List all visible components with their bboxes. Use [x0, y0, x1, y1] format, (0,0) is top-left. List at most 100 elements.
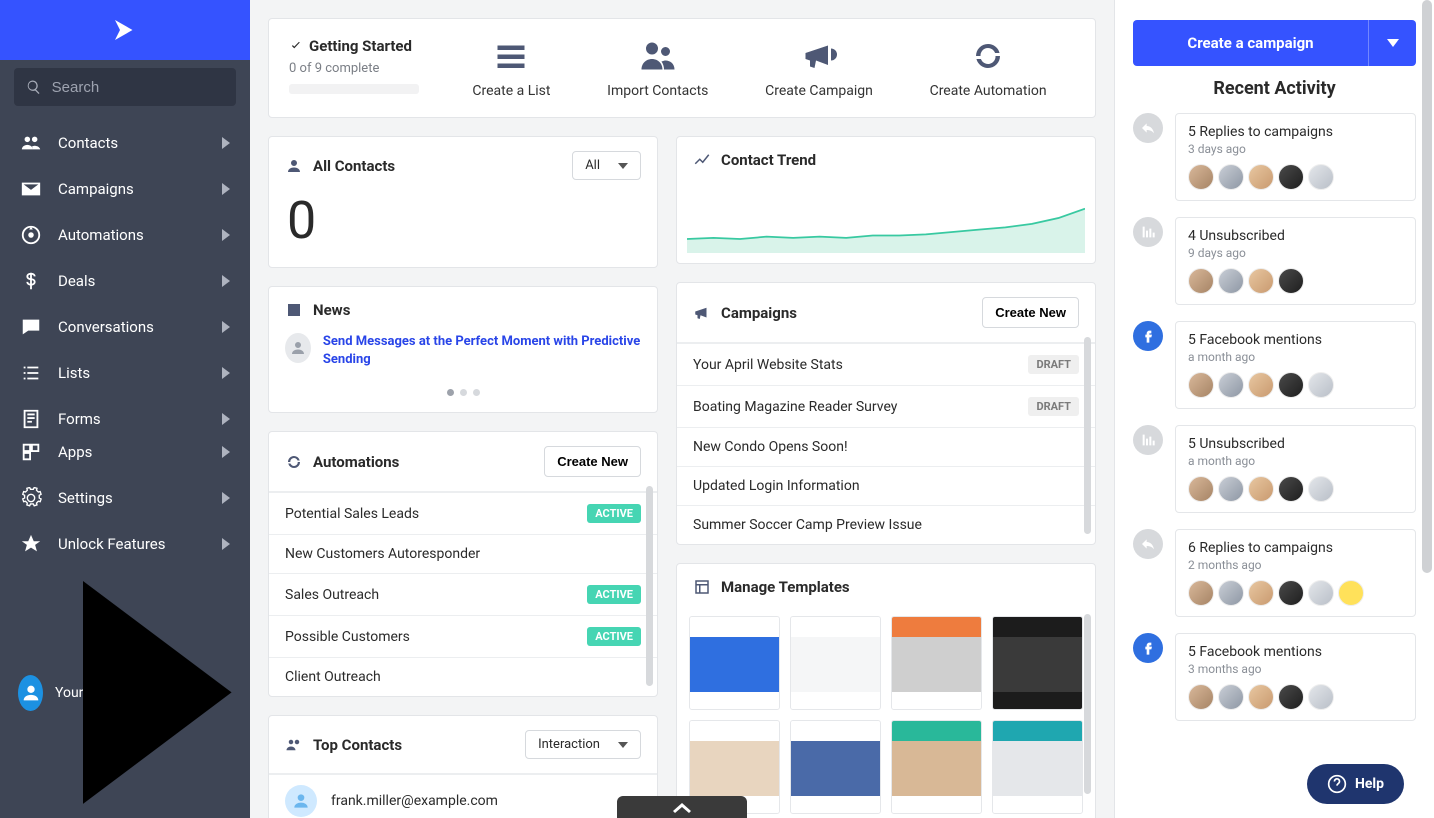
template-thumbnail[interactable] [790, 616, 881, 710]
news-icon [285, 301, 303, 319]
person-icon [285, 157, 303, 175]
chevron-up-icon [673, 801, 691, 813]
search-box[interactable] [14, 68, 236, 106]
caret-down-icon [618, 742, 628, 748]
news-pagination-dots[interactable] [269, 384, 657, 412]
sidebar-user[interactable]: Your [0, 567, 250, 818]
chevron-right-icon [222, 275, 230, 287]
chevron-right-icon [222, 183, 230, 195]
avatar [1248, 580, 1274, 606]
panel-title: Manage Templates [721, 578, 1079, 596]
megaphone-icon [801, 38, 837, 74]
sidebar-item-apps[interactable]: Apps [0, 429, 250, 475]
activity-title: 5 Replies to campaigns [1188, 124, 1403, 140]
nav-label: Apps [58, 443, 222, 461]
campaign-row[interactable]: Updated Login Information [677, 466, 1095, 505]
activity-item[interactable]: 6 Replies to campaigns2 months ago [1133, 529, 1416, 617]
avatar [1338, 580, 1364, 606]
create-campaign-cta[interactable]: Create a campaign [1133, 20, 1368, 66]
sidebar-item-settings[interactable]: Settings [0, 475, 250, 521]
form-icon [20, 408, 42, 429]
activity-item[interactable]: 5 Unsubscribeda month ago [1133, 425, 1416, 513]
campaign-row[interactable]: Your April Website Stats DRAFT [677, 343, 1095, 385]
activity-time: 2 months ago [1188, 558, 1403, 572]
sidebar-item-automations[interactable]: Automations [0, 212, 250, 258]
gear-icon [20, 487, 42, 509]
avatar [1218, 476, 1244, 502]
scrollbar[interactable] [1084, 614, 1091, 794]
template-thumbnail[interactable] [992, 720, 1083, 814]
activity-item[interactable]: 5 Facebook mentions3 months ago [1133, 633, 1416, 721]
sidebar-item-unlock[interactable]: Unlock Features [0, 521, 250, 567]
activity-card: 5 Unsubscribeda month ago [1175, 425, 1416, 513]
contacts-filter-dropdown[interactable]: All [572, 151, 641, 180]
avatar [1218, 580, 1244, 606]
create-campaign-cta-dropdown[interactable] [1368, 20, 1416, 66]
create-automation-button[interactable]: Create New [544, 446, 641, 477]
campaign-row[interactable]: New Condo Opens Soon! [677, 427, 1095, 466]
panel-title: Top Contacts [313, 736, 525, 754]
activity-item[interactable]: 4 Unsubscribed9 days ago [1133, 217, 1416, 305]
reply-icon [1133, 529, 1163, 559]
avatar [1188, 268, 1214, 294]
gs-action-create-list[interactable]: Create a List [472, 37, 550, 99]
scrollbar[interactable] [646, 486, 653, 686]
search-input[interactable] [52, 79, 224, 96]
activity-title: 5 Facebook mentions [1188, 644, 1403, 660]
automation-row[interactable]: Client Outreach [269, 657, 657, 696]
campaign-row[interactable]: Summer Soccer Camp Preview Issue [677, 505, 1095, 544]
campaign-name: New Condo Opens Soon! [693, 439, 848, 455]
scrollbar[interactable] [1422, 0, 1432, 573]
automation-row[interactable]: New Customers Autoresponder [269, 534, 657, 573]
template-thumbnail[interactable] [891, 720, 982, 814]
campaign-row[interactable]: Boating Magazine Reader SurveyDRAFT [677, 385, 1095, 427]
create-campaign-button[interactable]: Create New [982, 297, 1079, 328]
status-badge: DRAFT [1028, 355, 1079, 374]
gs-action-create-automation[interactable]: Create Automation [930, 37, 1047, 99]
activity-item[interactable]: 5 Facebook mentionsa month ago [1133, 321, 1416, 409]
sidebar-item-campaigns[interactable]: Campaigns [0, 166, 250, 212]
activity-card: 5 Facebook mentionsa month ago [1175, 321, 1416, 409]
gs-action-create-campaign[interactable]: Create Campaign [765, 37, 873, 99]
avatar [1308, 476, 1334, 502]
panel-title: News [313, 301, 641, 319]
activity-time: a month ago [1188, 350, 1403, 364]
sidebar-item-deals[interactable]: Deals [0, 258, 250, 304]
chevron-right-icon [222, 367, 230, 379]
activity-item[interactable]: 5 Replies to campaigns3 days ago [1133, 113, 1416, 201]
trend-chart [677, 183, 1095, 263]
automation-row[interactable]: Possible CustomersACTIVE [269, 615, 657, 657]
activity-avatars [1188, 476, 1403, 502]
template-thumbnail[interactable] [992, 616, 1083, 710]
help-button[interactable]: Help [1307, 764, 1404, 804]
status-badge: ACTIVE [587, 585, 641, 604]
sidebar-item-lists[interactable]: Lists [0, 350, 250, 396]
scrollbar[interactable] [1084, 337, 1091, 534]
gs-action-import-contacts[interactable]: Import Contacts [607, 37, 708, 99]
automation-row[interactable]: Potential Sales LeadsACTIVE [269, 492, 657, 534]
template-thumbnail[interactable] [891, 616, 982, 710]
sidebar-item-forms[interactable]: Forms [0, 396, 250, 429]
sidebar-item-conversations[interactable]: Conversations [0, 304, 250, 350]
activity-avatars [1188, 268, 1403, 294]
getting-started-progress-text: 0 of 9 complete [289, 61, 444, 76]
campaign-name: Your April Website Stats [693, 357, 843, 373]
activity-card: 6 Replies to campaigns2 months ago [1175, 529, 1416, 617]
chevron-right-icon [222, 137, 230, 149]
activity-card: 5 Facebook mentions3 months ago [1175, 633, 1416, 721]
avatar [1188, 684, 1214, 710]
contacts-icon [20, 132, 42, 154]
user-label: Your [55, 685, 83, 701]
contact-row[interactable]: frank.miller@example.com [269, 774, 657, 818]
sidebar-item-contacts[interactable]: Contacts [0, 120, 250, 166]
top-contacts-sort-dropdown[interactable]: Interaction [525, 730, 641, 759]
template-thumbnail[interactable] [689, 616, 780, 710]
bottom-tray-toggle[interactable] [617, 796, 747, 818]
automation-row[interactable]: Sales OutreachACTIVE [269, 573, 657, 615]
news-headline-link[interactable]: Send Messages at the Perfect Moment with… [323, 333, 641, 368]
template-thumbnail[interactable] [790, 720, 881, 814]
nav-label: Settings [58, 489, 222, 507]
mail-icon [20, 178, 42, 200]
search-icon [26, 78, 42, 96]
logo-bar[interactable] [0, 0, 250, 60]
